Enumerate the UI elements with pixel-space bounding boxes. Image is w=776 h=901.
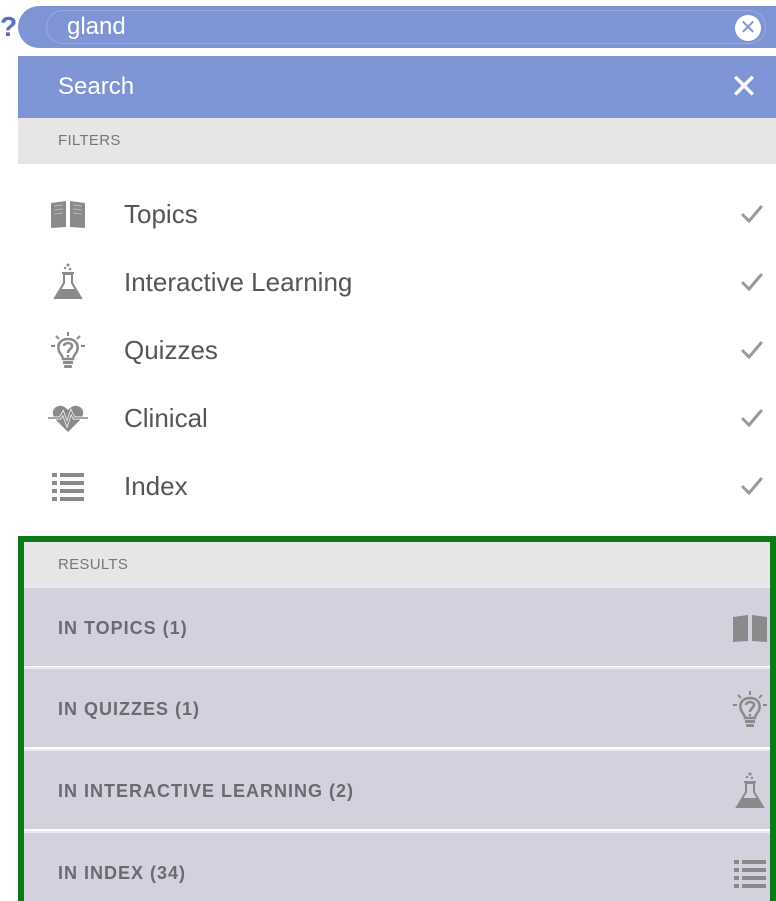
filter-label: Quizzes <box>124 335 218 365</box>
search-input[interactable] <box>67 11 707 43</box>
help-icon[interactable]: ? <box>0 8 17 46</box>
filter-label: Topics <box>124 199 198 229</box>
flask-icon <box>48 262 88 302</box>
close-search-button[interactable]: ✕ <box>726 69 762 105</box>
filter-item-interactive-learning[interactable]: Interactive Learning <box>18 248 776 316</box>
checkmark-icon <box>738 336 766 364</box>
checkmark-icon <box>738 472 766 500</box>
checkmark-icon <box>738 268 766 296</box>
filter-list: Topics Interactive Learning Quizzes Clin… <box>18 180 776 520</box>
filter-label: Clinical <box>124 403 208 433</box>
search-bar: ? ✕ <box>0 0 776 48</box>
book-icon <box>48 194 88 234</box>
filter-item-quizzes[interactable]: Quizzes <box>18 316 776 384</box>
filter-label: Interactive Learning <box>124 267 353 297</box>
filter-item-clinical[interactable]: Clinical <box>18 384 776 452</box>
lightbulb-question-icon <box>48 330 88 370</box>
list-icon <box>48 466 88 506</box>
filters-section-header: FILTERS <box>18 118 776 164</box>
checkmark-icon <box>738 200 766 228</box>
clear-search-button[interactable]: ✕ <box>735 15 761 41</box>
filter-item-index[interactable]: Index <box>18 452 776 520</box>
search-field[interactable]: ✕ <box>46 10 766 44</box>
search-panel-header: Search ✕ <box>18 56 776 118</box>
filter-label: Index <box>124 471 188 501</box>
heartbeat-icon <box>48 398 88 438</box>
search-panel-title: Search <box>58 73 135 100</box>
checkmark-icon <box>738 404 766 432</box>
results-highlight-frame <box>18 536 776 901</box>
filter-item-topics[interactable]: Topics <box>18 180 776 248</box>
